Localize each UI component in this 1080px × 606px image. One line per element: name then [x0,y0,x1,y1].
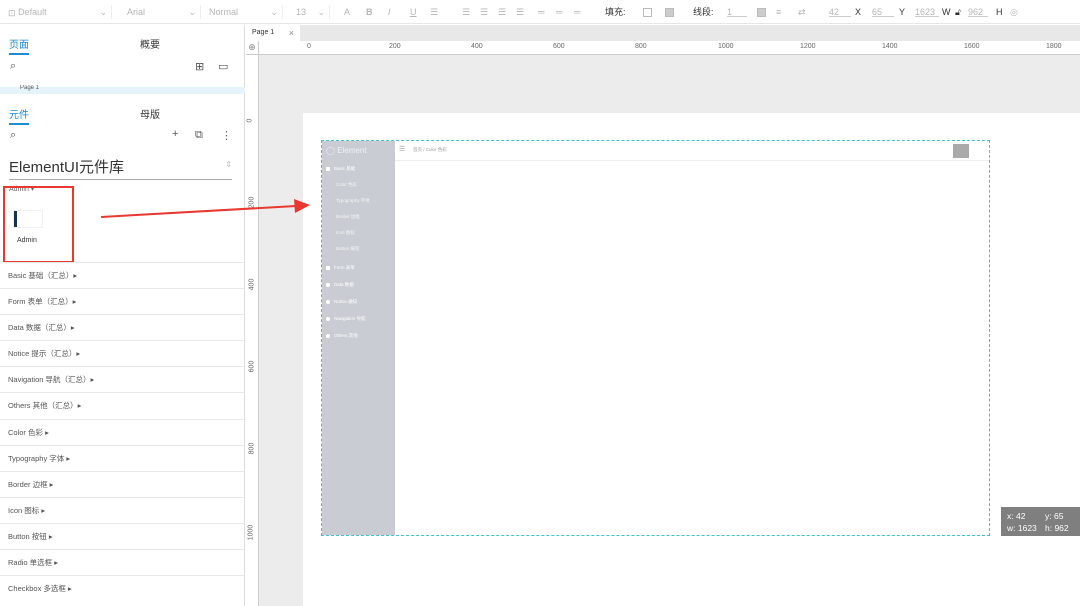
annotation-arrow [100,199,310,218]
coord-x: x: 42 [1007,511,1026,521]
coordinates-tooltip: x: 42 y: 65 w: 1623 h: 962 [1001,507,1080,536]
coord-w: w: 1623 [1007,523,1037,533]
coord-h: h: 962 [1045,523,1069,533]
coord-y: y: 65 [1045,511,1064,521]
